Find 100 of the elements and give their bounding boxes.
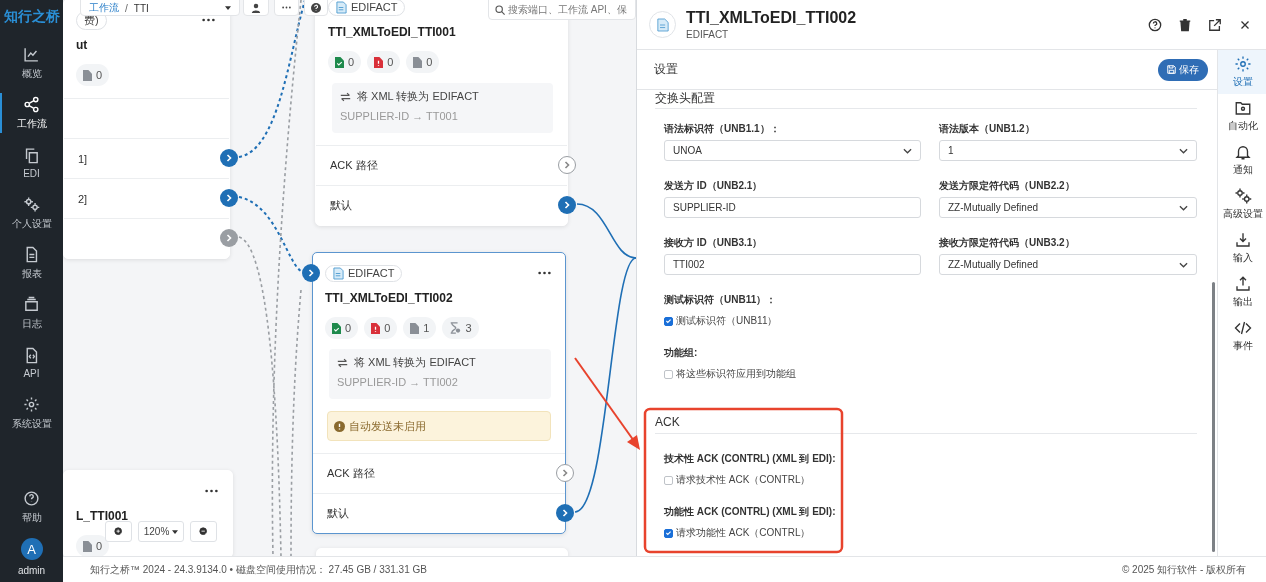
save-icon: [1167, 65, 1176, 74]
help-icon[interactable]: [1148, 17, 1162, 32]
checkbox-label: 请求功能性 ACK（CONTRL）: [676, 526, 811, 540]
zoom-out-button[interactable]: [190, 521, 217, 542]
port-label: ACK 路径: [330, 158, 378, 173]
more-icon[interactable]: [205, 489, 218, 493]
text-field[interactable]: TTI002: [664, 254, 921, 275]
option-label: 功能性 ACK (CONTRL) (XML 到 EDI):: [664, 505, 837, 519]
count-badge: 0: [406, 51, 440, 73]
search-field[interactable]: 搜索端口、工作流 API、保: [488, 0, 636, 20]
logo: 知行之桥: [2, 7, 61, 26]
panel-subtitle: EDIFACT: [686, 29, 730, 40]
swap-icon: [340, 91, 351, 102]
nav-item[interactable]: 工作流: [0, 88, 63, 138]
side-tab[interactable]: 高级设置: [1218, 182, 1266, 226]
nav-item[interactable]: 个人设置: [0, 188, 63, 238]
chevron-right-icon: [224, 193, 234, 203]
output-port[interactable]: [220, 189, 238, 207]
search-icon: [495, 4, 505, 15]
swap-icon: [337, 357, 348, 368]
help-button[interactable]: [304, 0, 328, 16]
external-link-icon[interactable]: [1208, 17, 1222, 32]
zoom-in-button[interactable]: [105, 521, 132, 542]
nav-item[interactable]: 报表: [0, 238, 63, 288]
side-tab[interactable]: 设置: [1218, 50, 1266, 94]
count-badge: 0: [367, 51, 401, 73]
checkbox[interactable]: [664, 369, 673, 379]
node-title: TTI_XMLToEDI_TTI002: [325, 291, 454, 307]
side-tab[interactable]: 事件: [1218, 314, 1266, 358]
file-icon: [413, 56, 423, 68]
help-icon: [23, 489, 40, 507]
field-label: 语法版本（UNB1.2）: [939, 122, 1036, 136]
chevron-down-icon: [1179, 147, 1188, 154]
port-label: ACK 路径: [327, 466, 375, 481]
nav-item[interactable]: EDI: [0, 138, 63, 188]
nav-item[interactable]: 日志: [0, 288, 63, 338]
section-title: ACK: [655, 415, 1197, 434]
zoom-dropdown[interactable]: 120%: [138, 521, 184, 542]
nav-item[interactable]: API: [0, 338, 63, 388]
output-port[interactable]: [220, 149, 238, 167]
output-port[interactable]: [556, 504, 574, 522]
help-icon: [311, 2, 321, 13]
checkbox[interactable]: [664, 316, 673, 326]
upload-icon: [1234, 275, 1252, 293]
side-tab[interactable]: 自动化: [1218, 94, 1266, 138]
caret-icon: [225, 6, 231, 10]
input-port[interactable]: [302, 264, 320, 282]
chevron-down-icon: [903, 147, 912, 154]
file-icon: [333, 266, 344, 280]
node-title: ut: [76, 38, 89, 54]
output-port[interactable]: [558, 196, 576, 214]
node-card[interactable]: EDIFACT TTI_XMLToEDI_TTI002 0 0 1 3 将 XML 转换为 EDIFACT SUPPLIER-ID → TTI002 自动发送未启用 ACK 路径 默认: [312, 252, 566, 534]
output-port[interactable]: [220, 229, 238, 247]
caret-icon: [172, 529, 179, 534]
file-icon: [371, 322, 381, 334]
share-nodes-icon: [23, 95, 40, 113]
breadcrumb-dropdown[interactable]: 工作流 / TTI: [80, 0, 240, 16]
node-title: L_TTI001: [76, 509, 130, 525]
count-badge: 1: [403, 317, 437, 339]
port-label: 1]: [78, 152, 88, 165]
description-title: 将 XML 转换为 EDIFACT: [357, 89, 479, 104]
help-nav-item[interactable]: 帮助: [0, 482, 63, 532]
file-icon: [332, 322, 341, 334]
field-label: 语法标识符（UNB1.1）：: [664, 122, 781, 136]
nav-item[interactable]: 系统设置: [0, 388, 63, 438]
more-icon[interactable]: [202, 18, 215, 22]
save-button[interactable]: 保存: [1158, 58, 1208, 81]
avatar[interactable]: A: [20, 538, 43, 560]
more-icon[interactable]: [538, 271, 551, 275]
trash-icon[interactable]: [1178, 17, 1192, 32]
mapping-text: SUPPLIER-ID → TTI002: [337, 376, 459, 388]
select-field[interactable]: UNOA: [664, 140, 921, 161]
count-badge: 0: [364, 317, 398, 339]
count-badge: 0: [328, 51, 362, 73]
select-field[interactable]: 1: [939, 140, 1197, 161]
field-label: 发送方 ID（UNB2.1）: [664, 179, 764, 193]
tray-icon: [23, 295, 40, 313]
side-tab[interactable]: 通知: [1218, 138, 1266, 182]
file-icon: [374, 56, 384, 68]
download-icon: [1234, 231, 1252, 249]
breadcrumb-separator: /: [125, 2, 128, 14]
checkbox[interactable]: [664, 475, 673, 485]
code-icon: [1234, 319, 1252, 337]
user-button[interactable]: [243, 0, 269, 16]
side-tab[interactable]: 输出: [1218, 270, 1266, 314]
user-icon: [251, 2, 261, 13]
gears-icon: [1234, 187, 1252, 205]
checkbox-label: 将这些标识符应用到功能组: [676, 367, 796, 381]
text-field[interactable]: SUPPLIER-ID: [664, 197, 921, 218]
scrollbar[interactable]: [1212, 282, 1215, 552]
select-field[interactable]: ZZ-Mutually Defined: [939, 197, 1197, 218]
mapping-text: SUPPLIER-ID → TT001: [340, 110, 459, 122]
file-icon: [335, 56, 344, 68]
side-tab[interactable]: 输入: [1218, 226, 1266, 270]
chevron-right-icon: [560, 508, 570, 518]
checkbox[interactable]: [664, 528, 673, 538]
description-title: 将 XML 转换为 EDIFACT: [354, 355, 476, 370]
select-field[interactable]: ZZ-Mutually Defined: [939, 254, 1197, 275]
chevron-right-icon: [560, 468, 570, 478]
nav-item[interactable]: 概览: [0, 38, 63, 88]
